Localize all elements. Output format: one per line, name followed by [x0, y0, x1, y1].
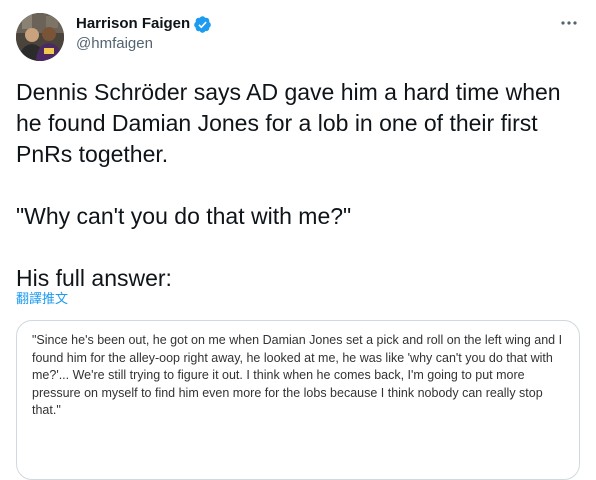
- author-block: Harrison Faigen @hmfaigen: [76, 14, 212, 54]
- display-name[interactable]: Harrison Faigen: [76, 14, 190, 34]
- tweet-card: Harrison Faigen @hmfaigen Dennis Schröde…: [0, 0, 596, 480]
- more-horizontal-icon[interactable]: [558, 16, 580, 30]
- translate-tweet-link[interactable]: 翻譯推文: [16, 291, 68, 307]
- verified-badge-icon: [193, 15, 212, 34]
- tweet-text: Dennis Schröder says AD gave him a hard …: [16, 79, 561, 291]
- avatar[interactable]: [16, 13, 64, 61]
- quote-image-text: "Since he's been out, he got on me when …: [32, 333, 563, 417]
- media-attachment[interactable]: "Since he's been out, he got on me when …: [16, 320, 580, 480]
- handle[interactable]: @hmfaigen: [76, 34, 212, 54]
- name-row: Harrison Faigen: [76, 14, 212, 34]
